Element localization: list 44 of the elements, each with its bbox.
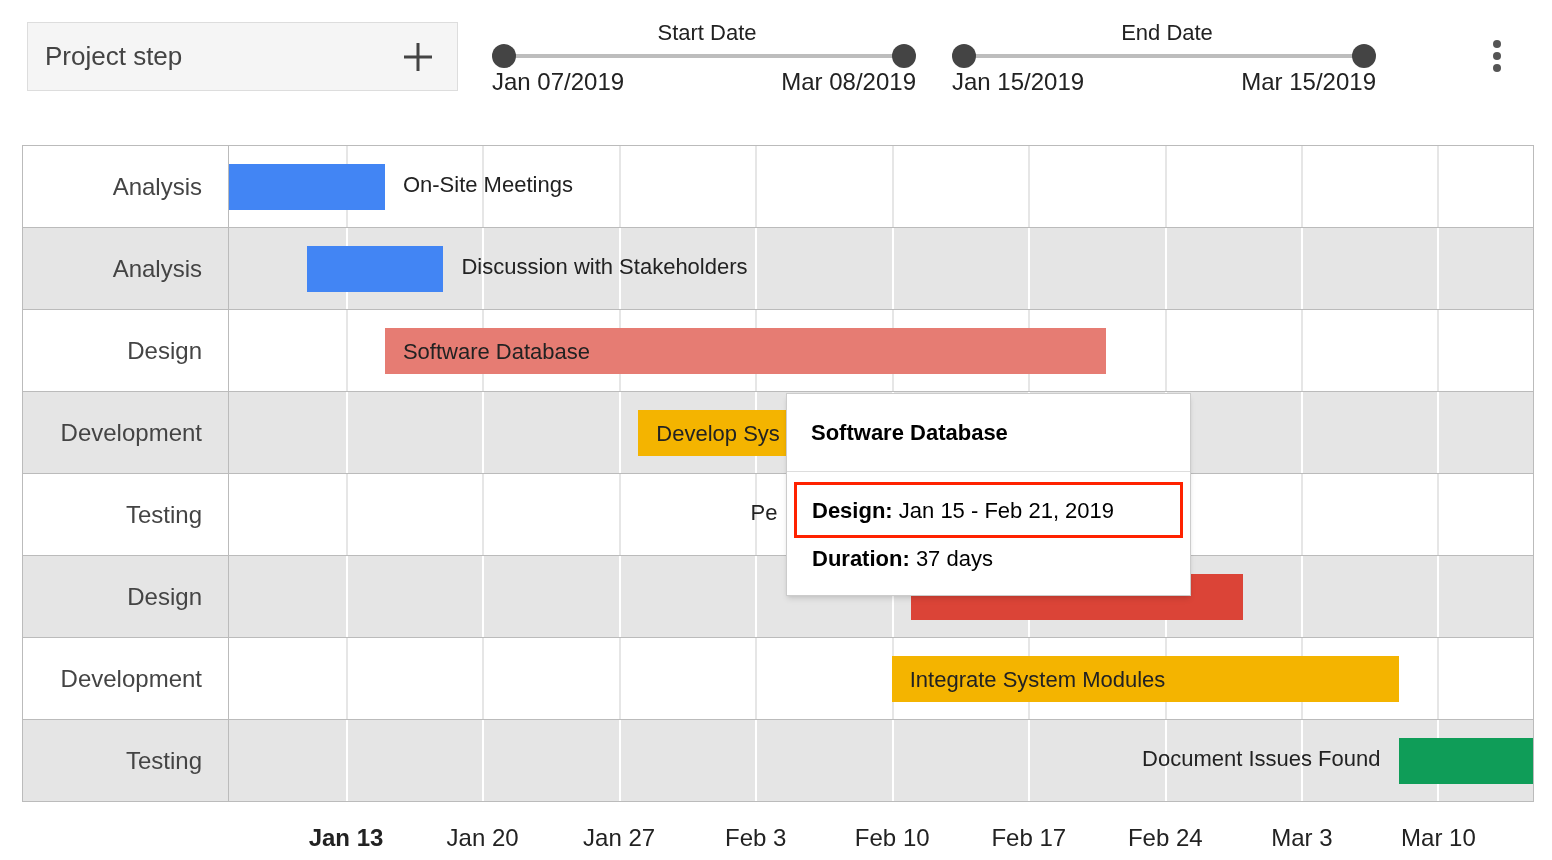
slider-thumb[interactable] bbox=[1352, 44, 1376, 68]
axis-label: Jan 27 bbox=[583, 823, 656, 853]
more-options-icon[interactable] bbox=[1492, 40, 1502, 72]
task-label: Integrate System Modules bbox=[908, 665, 1166, 694]
tooltip-line: Duration: 37 days bbox=[812, 545, 993, 573]
axis-label: Feb 3 bbox=[725, 823, 787, 853]
row-label: Analysis bbox=[112, 171, 202, 202]
axis-label: Jan 20 bbox=[446, 823, 519, 853]
slider-thumb[interactable] bbox=[892, 44, 916, 68]
add-icon[interactable] bbox=[403, 41, 433, 72]
project-step-field[interactable]: Project step bbox=[27, 22, 458, 91]
row-label: Testing bbox=[125, 499, 202, 530]
range-slider[interactable] bbox=[492, 44, 916, 68]
project-step-input: Project step bbox=[45, 37, 403, 76]
row-label: Design bbox=[127, 581, 202, 612]
row-label: Design bbox=[127, 335, 202, 366]
task-label: Software Database bbox=[401, 337, 591, 366]
task-bar[interactable]: Integrate System Modules bbox=[891, 656, 1399, 702]
task-label: Pe bbox=[750, 502, 778, 524]
slider-thumb[interactable] bbox=[492, 44, 516, 68]
axis-label: Mar 10 bbox=[1401, 823, 1476, 853]
task-label: On-Site Meetings bbox=[402, 174, 573, 196]
slider-max-label: Mar 08/2019 bbox=[781, 70, 916, 94]
axis-label: Mar 3 bbox=[1271, 823, 1333, 853]
slider-min-label: Jan 15/2019 bbox=[952, 70, 1085, 94]
tooltip-line: Design: Jan 15 - Feb 21, 2019 bbox=[812, 496, 1115, 525]
task-bar[interactable]: Software Database bbox=[384, 328, 1107, 374]
slider-max-label: Mar 15/2019 bbox=[1241, 70, 1376, 94]
row-label: Development bbox=[60, 663, 202, 694]
axis-label: Jan 13 bbox=[308, 823, 384, 853]
slider-title: Start Date bbox=[657, 22, 757, 44]
slider-min-label: Jan 07/2019 bbox=[492, 70, 625, 94]
slider-thumb[interactable] bbox=[952, 44, 976, 68]
range-slider[interactable] bbox=[952, 44, 1376, 68]
row-label: Development bbox=[60, 417, 202, 448]
task-label: Develop Sys bbox=[655, 419, 780, 448]
task-label: Document Issues Found bbox=[1142, 748, 1381, 770]
task-label: Discussion with Stakeholders bbox=[461, 256, 748, 278]
slider-title: End Date bbox=[1121, 22, 1213, 44]
row-label: Analysis bbox=[112, 253, 202, 284]
axis-label: Feb 24 bbox=[1127, 823, 1203, 853]
row-label: Testing bbox=[125, 745, 202, 776]
axis-label: Feb 17 bbox=[991, 823, 1067, 853]
axis-label: Feb 10 bbox=[854, 823, 930, 853]
